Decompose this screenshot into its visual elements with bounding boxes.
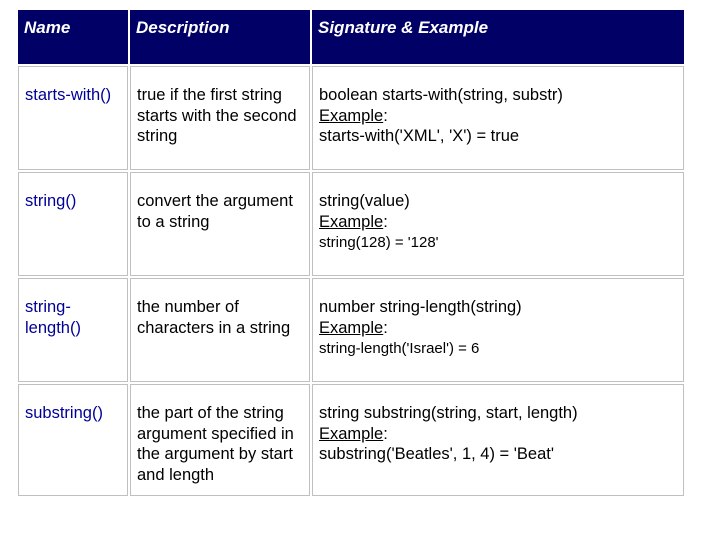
table-row: substring() the part of the string argum…	[18, 384, 684, 497]
table-wrapper: Name Description Signature & Example sta…	[0, 0, 720, 506]
fn-name: string-length()	[18, 278, 128, 382]
fn-signature-cell: boolean starts-with(string, substr) Exam…	[312, 66, 684, 170]
fn-name: substring()	[18, 384, 128, 497]
fn-description: the part of the string argument specifie…	[130, 384, 310, 497]
fn-signature: number string-length(string)	[319, 298, 522, 316]
example-label: Example	[319, 107, 383, 125]
fn-signature: boolean starts-with(string, substr)	[319, 86, 563, 104]
table-row: string() convert the argument to a strin…	[18, 172, 684, 276]
fn-signature-cell: number string-length(string) Example: st…	[312, 278, 684, 382]
table-row: string-length() the number of characters…	[18, 278, 684, 382]
example-label: Example	[319, 319, 383, 337]
header-name: Name	[18, 10, 128, 64]
header-signature: Signature & Example	[312, 10, 684, 64]
fn-description: true if the first string starts with the…	[130, 66, 310, 170]
fn-signature: string substring(string, start, length)	[319, 404, 578, 422]
fn-name: string()	[18, 172, 128, 276]
fn-signature-cell: string(value) Example: string(128) = '12…	[312, 172, 684, 276]
example-label: Example	[319, 425, 383, 443]
fn-name: starts-with()	[18, 66, 128, 170]
fn-example: string-length('Israel') = 6	[319, 340, 479, 357]
fn-description: convert the argument to a string	[130, 172, 310, 276]
table-row: starts-with() true if the first string s…	[18, 66, 684, 170]
fn-signature-cell: string substring(string, start, length) …	[312, 384, 684, 497]
fn-example: string(128) = '128'	[319, 234, 439, 251]
functions-table: Name Description Signature & Example sta…	[16, 8, 686, 498]
header-description: Description	[130, 10, 310, 64]
example-label: Example	[319, 213, 383, 231]
fn-signature: string(value)	[319, 192, 410, 210]
fn-example: substring('Beatles', 1, 4) = 'Beat'	[319, 445, 554, 463]
fn-description: the number of characters in a string	[130, 278, 310, 382]
fn-example: starts-with('XML', 'X') = true	[319, 127, 519, 145]
header-row: Name Description Signature & Example	[18, 10, 684, 64]
